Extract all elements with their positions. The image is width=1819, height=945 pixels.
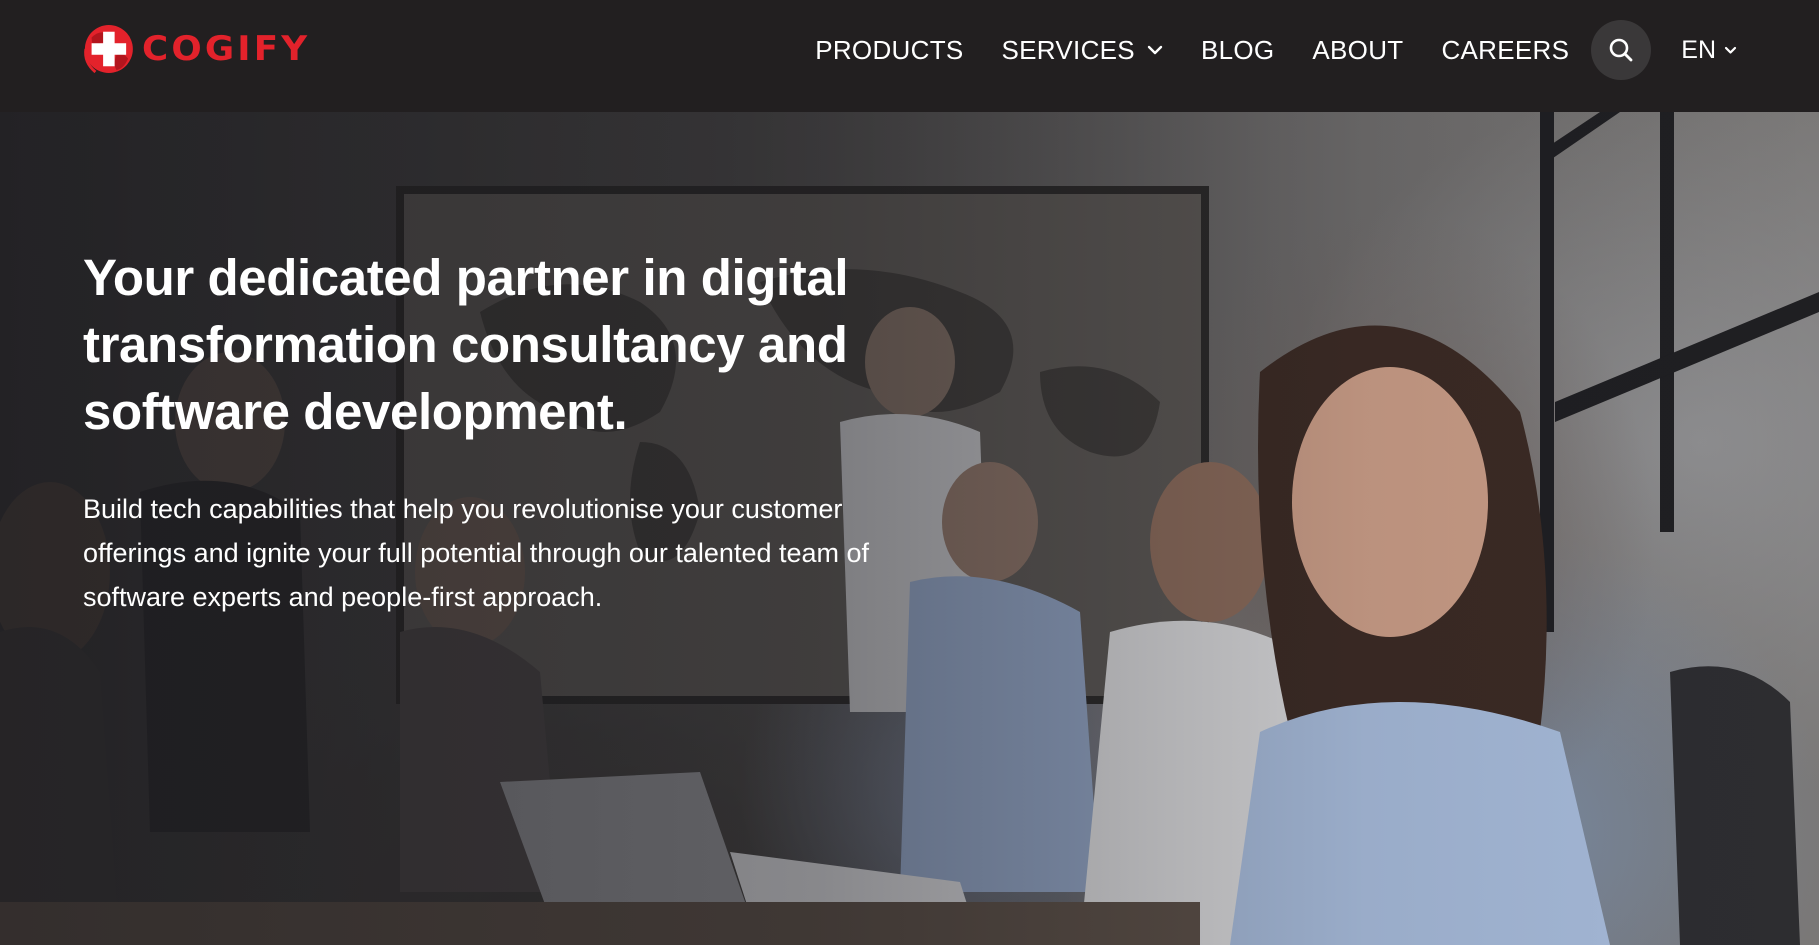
nav-item-label: SERVICES [1001, 34, 1135, 65]
nav-item-label: CAREERS [1441, 34, 1570, 65]
brand-name: COGIFY [141, 29, 311, 69]
chevron-down-icon [1147, 45, 1163, 55]
page: COGIFY PRODUCTS SERVICES BLOG ABOUT CARE… [0, 0, 1819, 945]
nav-item-label: ABOUT [1312, 34, 1404, 65]
hero-section: Your dedicated partner in digital transf… [0, 112, 1819, 945]
nav-item-label: BLOG [1200, 34, 1275, 65]
chevron-down-icon [1724, 46, 1737, 54]
nav-item-products[interactable]: PRODUCTS [815, 35, 963, 66]
language-selector[interactable]: EN [1681, 36, 1737, 65]
hero-subtitle: Build tech capabilities that help you re… [83, 494, 870, 612]
search-button[interactable] [1591, 20, 1652, 80]
language-label: EN [1681, 35, 1716, 64]
nav-item-about[interactable]: ABOUT [1312, 35, 1403, 66]
globe-cross-icon [84, 25, 133, 74]
brand-logo-link[interactable]: COGIFY [82, 18, 307, 80]
hero-title: Your dedicated partner in digital transf… [83, 249, 849, 440]
nav-item-blog[interactable]: BLOG [1201, 35, 1274, 66]
main-menu: PRODUCTS SERVICES BLOG ABOUT CAREERS EN [815, 20, 1737, 80]
hero-content: Your dedicated partner in digital transf… [83, 244, 983, 619]
nav-item-services[interactable]: SERVICES [1002, 35, 1163, 66]
top-navigation-bar: COGIFY PRODUCTS SERVICES BLOG ABOUT CARE… [0, 0, 1819, 112]
nav-item-careers[interactable]: CAREERS [1441, 35, 1569, 66]
nav-item-label: PRODUCTS [815, 34, 964, 65]
search-icon [1609, 38, 1633, 62]
